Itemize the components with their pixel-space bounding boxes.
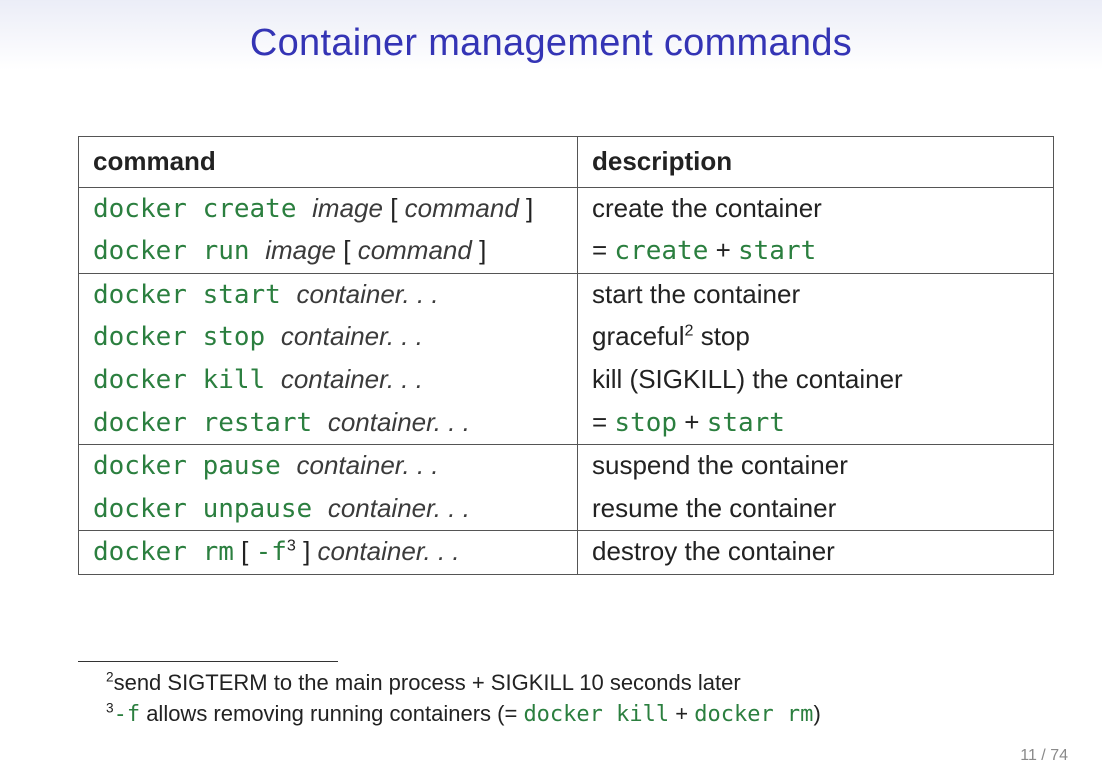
command-cell: docker run image [ command ] bbox=[79, 230, 578, 273]
command-cell: docker kill container. . . bbox=[79, 359, 578, 402]
table-row: docker run image [ command ]= create + s… bbox=[79, 230, 1054, 273]
table-row: docker start container. . .start the con… bbox=[79, 273, 1054, 316]
description-cell: kill (SIGKILL) the container bbox=[578, 359, 1054, 402]
command-cell: docker start container. . . bbox=[79, 273, 578, 316]
footnote-line: 3-f allows removing running containers (… bbox=[78, 699, 1054, 731]
description-cell: destroy the container bbox=[578, 531, 1054, 575]
description-cell: create the container bbox=[578, 187, 1054, 230]
slide-content: command description docker create image … bbox=[78, 136, 1054, 575]
description-cell: resume the container bbox=[578, 488, 1054, 531]
header-description: description bbox=[578, 137, 1054, 188]
description-cell: = create + start bbox=[578, 230, 1054, 273]
table-row: docker stop container. . .graceful2 stop bbox=[79, 316, 1054, 359]
description-cell: graceful2 stop bbox=[578, 316, 1054, 359]
table-row: docker rm [ -f3 ] container. . .destroy … bbox=[79, 531, 1054, 575]
description-cell: = stop + start bbox=[578, 402, 1054, 445]
command-cell: docker rm [ -f3 ] container. . . bbox=[79, 531, 578, 575]
description-cell: start the container bbox=[578, 273, 1054, 316]
footnote-line: 2send SIGTERM to the main process + SIGK… bbox=[78, 668, 1054, 699]
command-table: command description docker create image … bbox=[78, 136, 1054, 575]
slide: Container management commands command de… bbox=[0, 0, 1102, 777]
command-cell: docker create image [ command ] bbox=[79, 187, 578, 230]
page-number: 11 / 74 bbox=[1020, 747, 1068, 765]
table-row: docker restart container. . .= stop + st… bbox=[79, 402, 1054, 445]
table-row: docker kill container. . .kill (SIGKILL)… bbox=[79, 359, 1054, 402]
command-cell: docker pause container. . . bbox=[79, 445, 578, 488]
command-cell: docker restart container. . . bbox=[79, 402, 578, 445]
footnotes: 2send SIGTERM to the main process + SIGK… bbox=[78, 661, 1054, 731]
command-cell: docker stop container. . . bbox=[79, 316, 578, 359]
footnote-rule bbox=[78, 661, 338, 662]
slide-title: Container management commands bbox=[0, 0, 1102, 65]
table-header-row: command description bbox=[79, 137, 1054, 188]
table-row: docker unpause container. . .resume the … bbox=[79, 488, 1054, 531]
table-row: docker create image [ command ]create th… bbox=[79, 187, 1054, 230]
command-cell: docker unpause container. . . bbox=[79, 488, 578, 531]
header-command: command bbox=[79, 137, 578, 188]
table-row: docker pause container. . .suspend the c… bbox=[79, 445, 1054, 488]
description-cell: suspend the container bbox=[578, 445, 1054, 488]
